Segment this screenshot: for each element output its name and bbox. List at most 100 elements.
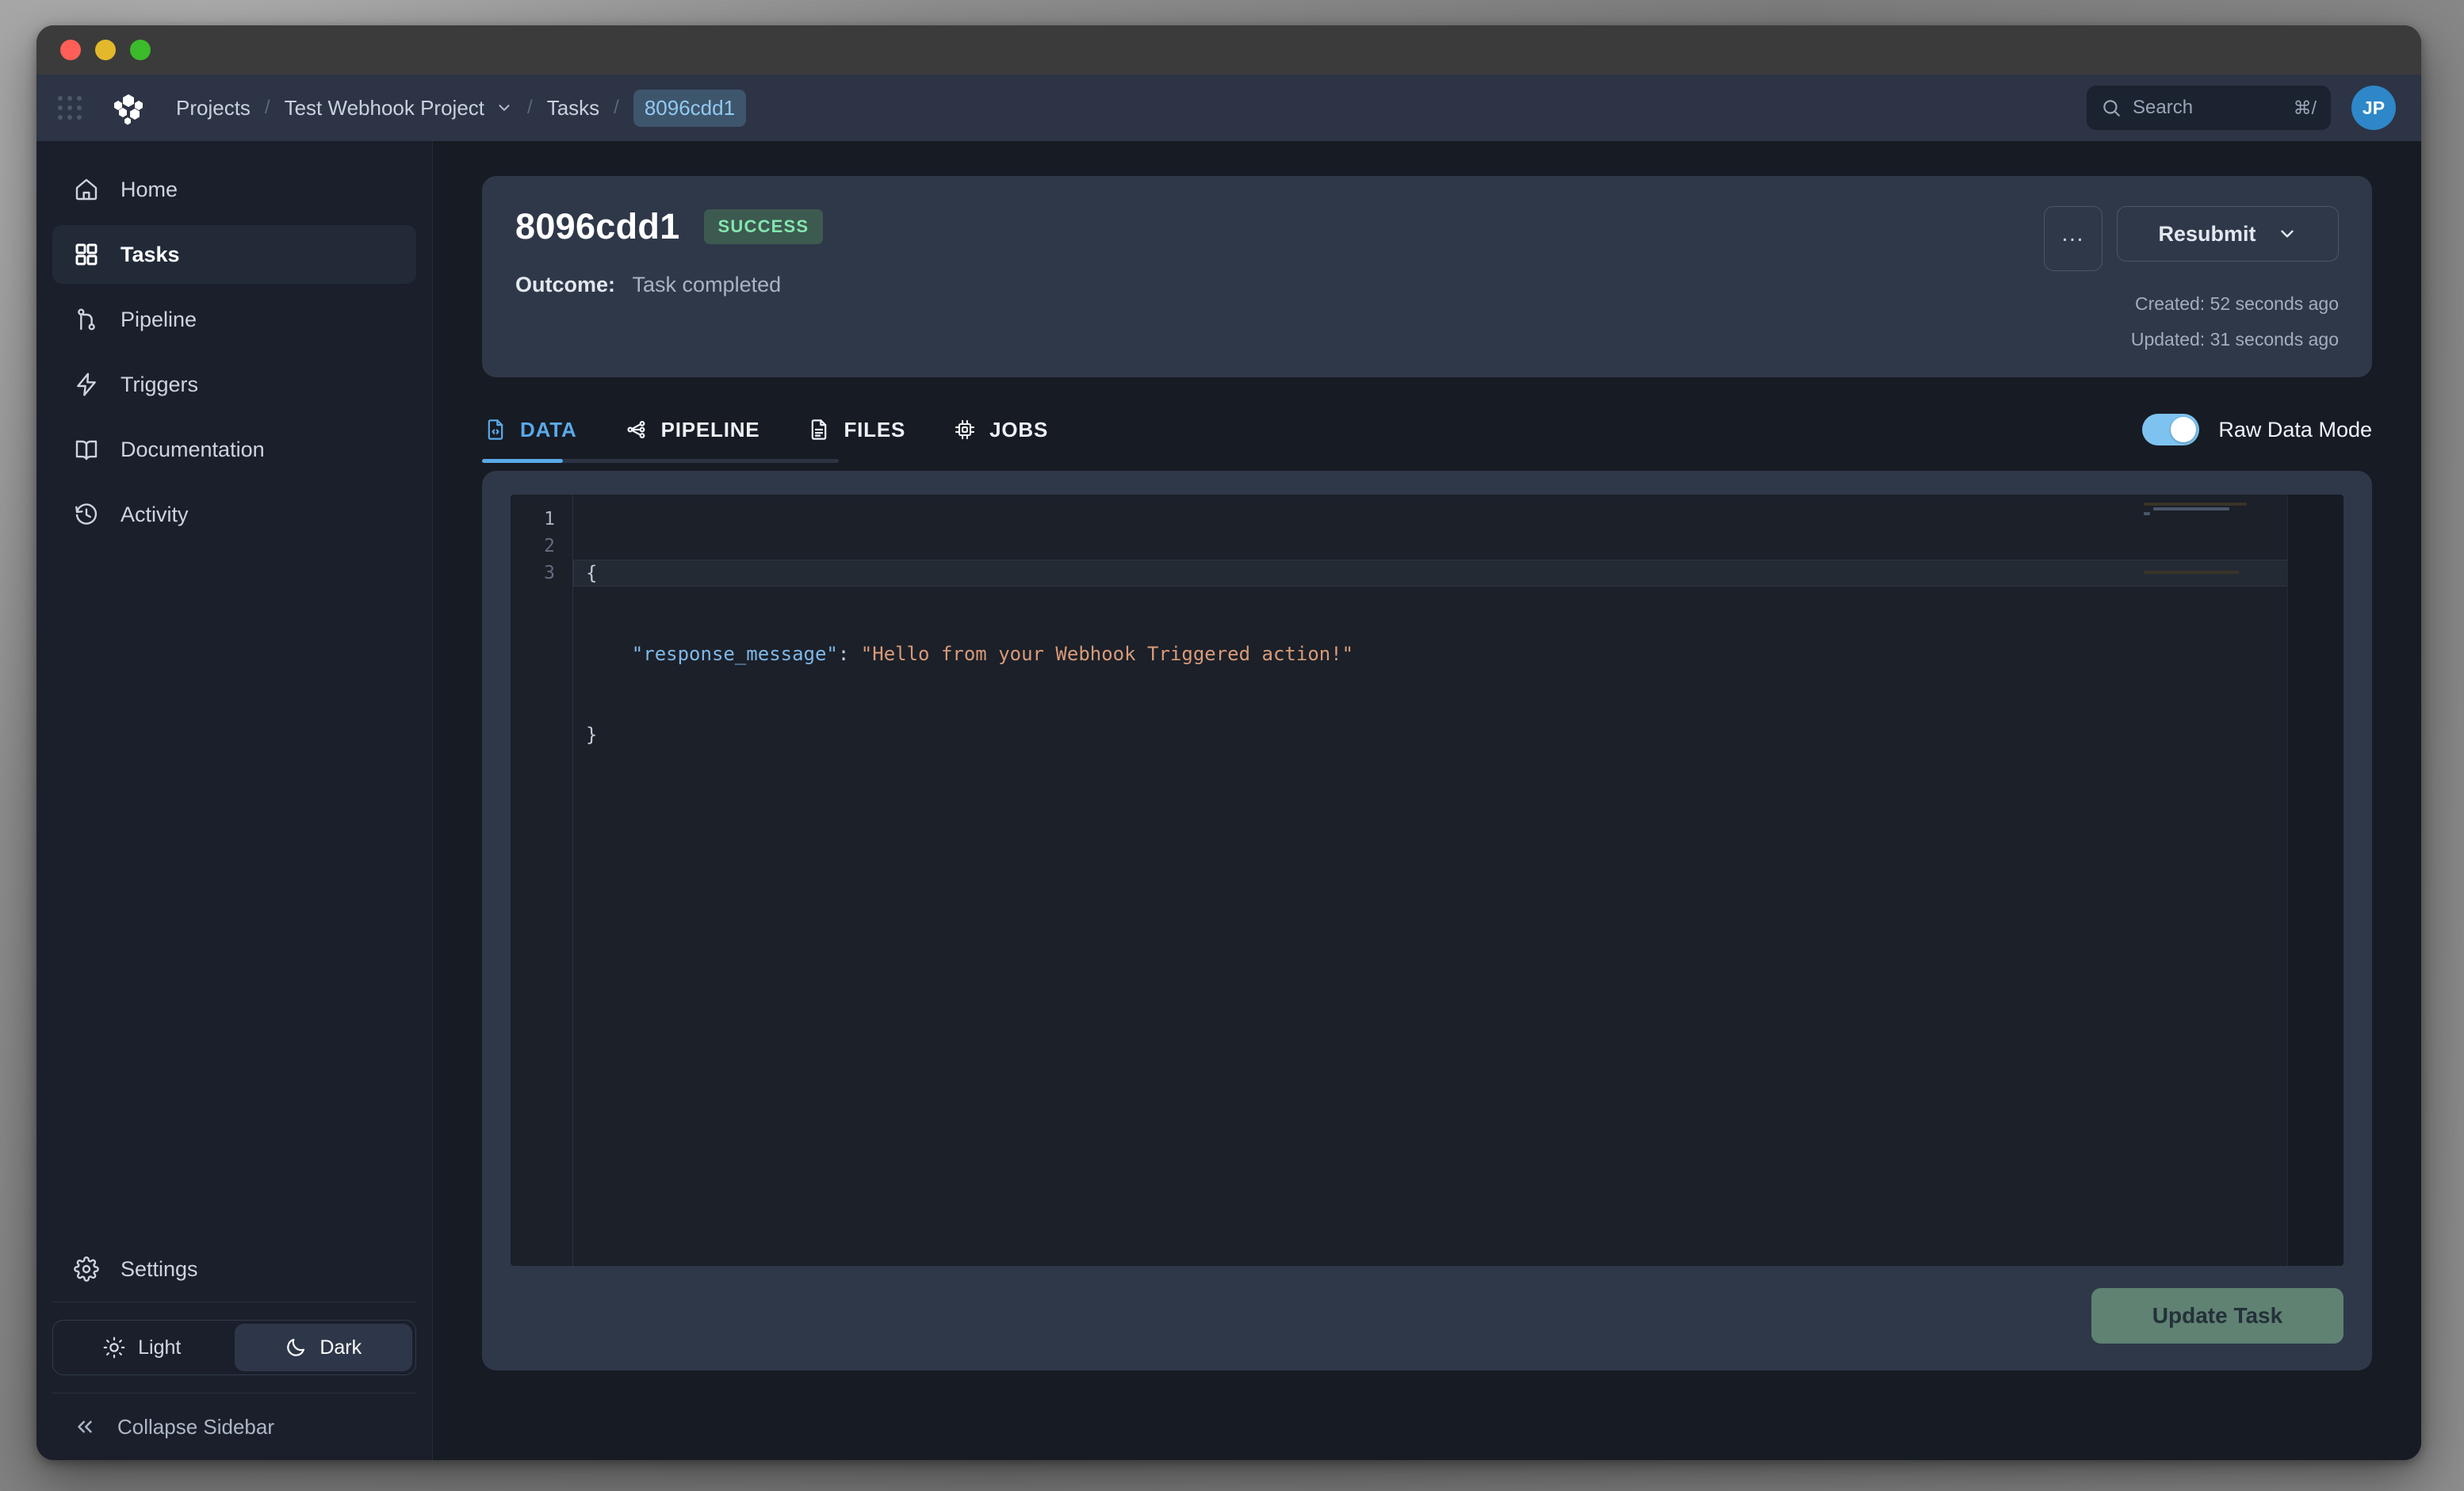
sidebar-item-label: Tasks — [121, 242, 180, 266]
sidebar-item-label: Settings — [121, 1256, 198, 1281]
app-body: Home Tasks Pipeline Triggers Documentati… — [36, 141, 2421, 1460]
chevron-down-icon — [2277, 224, 2298, 244]
nodes-graph-icon — [625, 418, 649, 442]
code-line-3: } — [586, 721, 2343, 748]
lightning-bolt-icon — [73, 371, 100, 398]
breadcrumb-separator: / — [264, 97, 270, 118]
sidebar-item-home[interactable]: Home — [52, 160, 416, 219]
json-key: "response_message" — [631, 643, 838, 665]
close-window-button[interactable] — [60, 40, 81, 60]
sidebar-item-label: Activity — [121, 502, 189, 526]
git-branch-icon — [73, 306, 100, 333]
breadcrumb-item-tasks[interactable]: Tasks — [547, 93, 599, 124]
task-header-card: 8096cdd1 SUCCESS Outcome: Task completed… — [482, 176, 2372, 377]
sidebar: Home Tasks Pipeline Triggers Documentati… — [36, 141, 433, 1460]
gear-icon — [73, 1256, 100, 1283]
tabs-row: DATA PIPELINE FILES JOBS Raw Data Mode — [482, 414, 2372, 463]
maximize-window-button[interactable] — [130, 40, 151, 60]
top-navigation-bar: Projects / Test Webhook Project / Tasks … — [36, 75, 2421, 141]
task-header-left: 8096cdd1 SUCCESS Outcome: Task completed — [515, 206, 2044, 350]
sidebar-item-label: Pipeline — [121, 307, 197, 331]
breadcrumb-item-project[interactable]: Test Webhook Project — [285, 93, 484, 124]
tab-label: DATA — [520, 417, 577, 442]
task-outcome-row: Outcome: Task completed — [515, 273, 2044, 297]
raw-data-mode-toggle[interactable] — [2142, 414, 2200, 445]
tab-jobs[interactable]: JOBS — [929, 418, 1072, 460]
topbar-right-cluster: Search ⌘/ JP — [2087, 86, 2396, 130]
breadcrumb-separator: / — [527, 97, 533, 118]
search-input[interactable]: Search ⌘/ — [2087, 86, 2331, 130]
line-number: 2 — [544, 536, 555, 556]
tab-label: FILES — [844, 417, 906, 442]
sidebar-item-pipeline[interactable]: Pipeline — [52, 290, 416, 349]
collapse-sidebar-button[interactable]: Collapse Sidebar — [36, 1394, 432, 1460]
editor-code-content[interactable]: { "response_message": "Hello from your W… — [572, 495, 2343, 1266]
apps-grid-icon[interactable] — [36, 96, 103, 120]
theme-light-button[interactable]: Light — [53, 1321, 231, 1374]
page-title: 8096cdd1 — [515, 206, 680, 247]
sidebar-item-label: Triggers — [121, 372, 199, 396]
book-open-icon — [73, 436, 100, 463]
chevron-down-icon[interactable] — [495, 99, 513, 117]
sun-icon — [103, 1336, 125, 1359]
tab-active-underline — [482, 459, 563, 463]
task-header-right: … Resubmit Created: 52 seconds ago Updat… — [2044, 206, 2339, 350]
theme-light-label: Light — [138, 1336, 182, 1359]
created-timestamp: Created: 52 seconds ago — [2134, 293, 2339, 314]
sidebar-item-activity[interactable]: Activity — [52, 485, 416, 544]
raw-data-mode-control: Raw Data Mode — [2142, 414, 2372, 463]
theme-dark-label: Dark — [319, 1336, 362, 1359]
status-badge: SUCCESS — [703, 209, 824, 244]
clock-history-icon — [73, 501, 100, 528]
tab-label: JOBS — [989, 417, 1049, 442]
outcome-label: Outcome: — [515, 273, 616, 296]
sidebar-item-documentation[interactable]: Documentation — [52, 420, 416, 479]
resubmit-button[interactable]: Resubmit — [2117, 206, 2339, 262]
json-string-value: "Hello from your Webhook Triggered actio… — [860, 643, 1354, 665]
grid-squares-icon — [73, 241, 100, 268]
toggle-knob — [2171, 417, 2197, 442]
tab-files[interactable]: FILES — [783, 418, 929, 460]
sidebar-item-tasks[interactable]: Tasks — [52, 225, 416, 284]
main-content: 8096cdd1 SUCCESS Outcome: Task completed… — [433, 141, 2421, 1460]
chevrons-left-icon — [73, 1415, 97, 1439]
json-colon: : — [837, 643, 861, 665]
code-line-2: "response_message": "Hello from your Web… — [586, 640, 2343, 667]
hexagon-cluster-logo[interactable] — [103, 90, 154, 126]
window-titlebar — [36, 25, 2421, 75]
sidebar-item-settings[interactable]: Settings — [52, 1240, 416, 1298]
tab-data[interactable]: DATA — [482, 418, 601, 460]
breadcrumb-separator: / — [614, 97, 619, 118]
editor-scrollbar[interactable] — [2287, 495, 2343, 1266]
moon-icon — [285, 1336, 307, 1359]
breadcrumb-item-projects[interactable]: Projects — [176, 93, 251, 124]
json-brace-close: } — [586, 724, 598, 746]
breadcrumb-item-current-task[interactable]: 8096cdd1 — [633, 89, 747, 127]
search-shortcut-hint: ⌘/ — [2293, 97, 2317, 118]
tab-pipeline[interactable]: PIPELINE — [601, 418, 784, 460]
sidebar-item-triggers[interactable]: Triggers — [52, 355, 416, 414]
more-options-button[interactable]: … — [2044, 206, 2102, 271]
search-icon — [2101, 97, 2122, 118]
raw-data-mode-label: Raw Data Mode — [2218, 417, 2372, 442]
avatar[interactable]: JP — [2351, 86, 2396, 130]
breadcrumb: Projects / Test Webhook Project / Tasks … — [176, 89, 747, 127]
editor-minimap — [2137, 495, 2288, 1266]
task-actions-row: … Resubmit — [2044, 206, 2339, 271]
json-code-editor[interactable]: 1 2 3 { "response_message": "Hello from … — [511, 495, 2343, 1266]
task-title-row: 8096cdd1 SUCCESS — [515, 206, 2044, 247]
update-task-button[interactable]: Update Task — [2091, 1288, 2343, 1344]
data-editor-panel: 1 2 3 { "response_message": "Hello from … — [482, 471, 2372, 1371]
editor-line-numbers: 1 2 3 — [511, 495, 572, 1266]
minimize-window-button[interactable] — [95, 40, 116, 60]
home-icon — [73, 176, 100, 203]
theme-dark-button[interactable]: Dark — [234, 1324, 412, 1371]
file-text-icon — [807, 418, 831, 442]
tab-list: DATA PIPELINE FILES JOBS — [482, 418, 1072, 460]
editor-footer: Update Task — [511, 1266, 2343, 1344]
sidebar-item-label: Documentation — [121, 437, 265, 461]
outcome-value: Task completed — [632, 273, 782, 296]
theme-toggle-group: Light Dark — [52, 1320, 416, 1375]
